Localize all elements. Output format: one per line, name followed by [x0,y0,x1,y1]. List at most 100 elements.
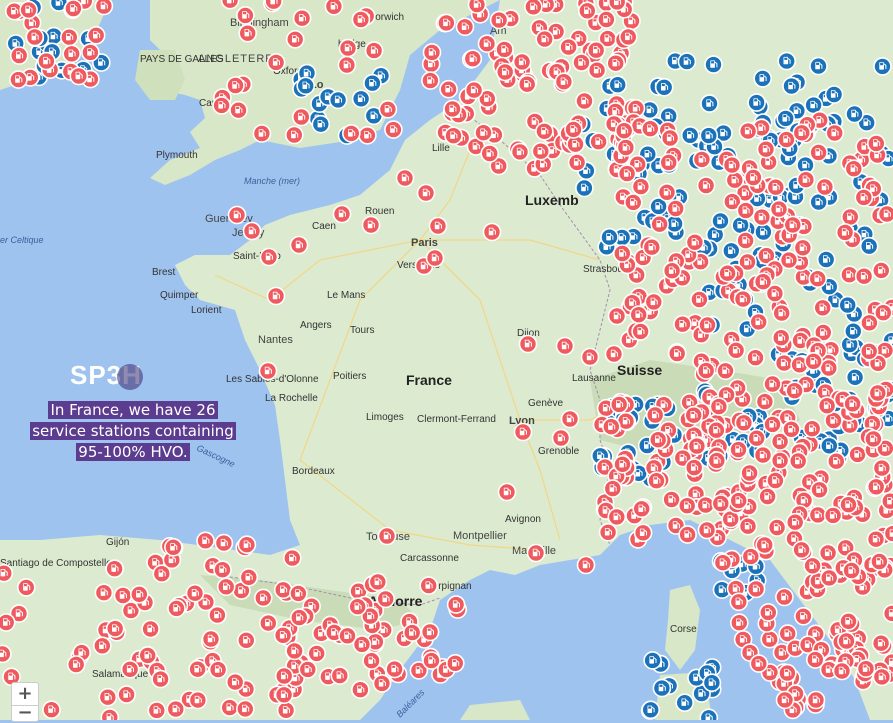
hvo-station-marker[interactable] [197,532,214,549]
hvo-station-marker[interactable] [600,524,617,541]
other-station-marker[interactable] [676,694,693,711]
hvo-station-marker[interactable] [609,0,626,10]
hvo-station-marker[interactable] [686,234,703,251]
hvo-station-marker[interactable] [139,647,156,664]
hvo-station-marker-france[interactable] [484,224,501,241]
other-station-marker[interactable] [353,90,370,107]
other-station-marker[interactable] [653,680,670,697]
hvo-station-marker[interactable] [797,171,814,188]
other-station-marker[interactable] [874,58,891,75]
hvo-station-marker[interactable] [873,262,890,279]
hvo-station-marker[interactable] [237,7,254,24]
hvo-station-marker[interactable] [764,376,781,393]
other-station-marker[interactable] [642,701,659,718]
hvo-station-marker[interactable] [240,569,257,586]
hvo-station-marker[interactable] [536,123,553,140]
hvo-station-marker[interactable] [404,624,421,641]
other-station-marker[interactable] [783,78,800,95]
hvo-station-marker[interactable] [464,50,481,67]
hvo-station-marker[interactable] [423,652,440,669]
hvo-station-marker[interactable] [276,686,293,703]
hvo-station-marker[interactable] [448,596,465,613]
hvo-station-marker[interactable] [588,42,605,59]
hvo-station-marker[interactable] [645,293,662,310]
other-station-marker[interactable] [297,77,314,94]
hvo-station-marker[interactable] [268,54,285,71]
other-station-marker[interactable] [701,95,718,112]
hvo-station-marker-france[interactable] [397,170,414,187]
hvo-station-marker[interactable] [651,216,668,233]
hvo-station-marker[interactable] [152,671,169,688]
hvo-station-marker[interactable] [466,82,483,99]
hvo-station-marker[interactable] [778,131,795,148]
hvo-station-marker[interactable] [227,674,244,691]
hvo-station-marker[interactable] [287,31,304,48]
hvo-station-marker[interactable] [479,35,496,52]
hvo-station-marker[interactable] [825,507,842,524]
hvo-station-marker[interactable] [589,62,606,79]
hvo-station-marker-france[interactable] [553,430,570,447]
hvo-station-marker[interactable] [142,621,159,638]
hvo-station-marker[interactable] [804,420,821,437]
hvo-station-marker-france[interactable] [430,218,447,235]
other-station-marker[interactable] [826,86,843,103]
hvo-station-marker[interactable] [519,76,536,93]
hvo-station-marker[interactable] [325,0,342,15]
hvo-station-marker[interactable] [699,522,716,539]
hvo-station-marker[interactable] [598,11,615,28]
hvo-station-marker[interactable] [260,615,277,632]
hvo-station-marker[interactable] [107,620,124,637]
hvo-station-marker[interactable] [286,127,303,144]
other-station-marker[interactable] [682,127,699,144]
hvo-station-marker[interactable] [781,252,798,269]
hvo-station-marker[interactable] [730,593,747,610]
hvo-station-marker[interactable] [617,139,634,156]
hvo-station-marker[interactable] [748,430,765,447]
hvo-station-marker[interactable] [440,81,457,98]
hvo-station-marker[interactable] [0,614,15,631]
hvo-station-marker[interactable] [776,589,793,606]
hvo-station-marker[interactable] [20,1,37,18]
hvo-station-marker[interactable] [826,125,843,142]
hvo-station-marker[interactable] [769,519,786,536]
hvo-station-marker[interactable] [861,343,878,360]
hvo-station-marker[interactable] [632,323,649,340]
other-station-marker[interactable] [364,75,381,92]
hvo-station-marker[interactable] [794,239,811,256]
hvo-station-marker[interactable] [209,607,226,624]
hvo-station-marker[interactable] [278,702,295,719]
hvo-station-marker[interactable] [614,245,631,262]
hvo-station-marker[interactable] [698,362,715,379]
hvo-station-marker[interactable] [94,637,111,654]
hvo-station-marker[interactable] [669,345,686,362]
hvo-station-marker[interactable] [38,53,55,70]
hvo-station-marker[interactable] [88,27,105,44]
hvo-station-marker[interactable] [221,699,238,716]
hvo-station-marker[interactable] [804,557,821,574]
hvo-station-marker[interactable] [858,660,875,677]
hvo-station-marker[interactable] [868,135,885,152]
other-station-marker[interactable] [601,229,618,246]
hvo-station-marker-france[interactable] [582,349,599,366]
hvo-station-marker[interactable] [457,18,474,35]
hvo-station-marker[interactable] [168,600,185,617]
hvo-station-marker[interactable] [728,342,745,359]
hvo-station-marker[interactable] [18,579,35,596]
hvo-station-marker[interactable] [834,663,851,680]
hvo-station-marker[interactable] [253,125,270,142]
hvo-station-marker[interactable] [821,569,838,586]
other-station-marker[interactable] [810,58,827,75]
hvo-station-marker[interactable] [811,481,828,498]
hvo-station-marker[interactable] [748,580,765,597]
hvo-station-marker[interactable] [740,123,757,140]
hvo-station-marker[interactable] [603,418,620,435]
hvo-station-marker[interactable] [343,125,360,142]
other-station-marker[interactable] [705,56,722,73]
hvo-station-marker[interactable] [424,44,441,61]
hvo-station-marker[interactable] [779,665,796,682]
hvo-station-marker[interactable] [674,316,691,333]
hvo-station-marker[interactable] [633,500,650,517]
hvo-station-marker[interactable] [573,54,590,71]
hvo-station-marker[interactable] [664,262,681,279]
hvo-station-marker[interactable] [693,151,710,168]
